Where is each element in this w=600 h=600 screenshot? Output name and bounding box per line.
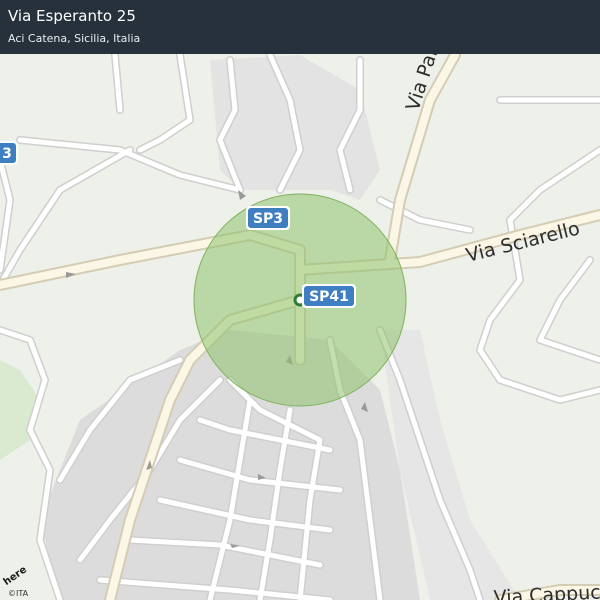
- address-subtitle: Aci Catena, Sicilia, Italia: [8, 32, 141, 45]
- map-attribution: ©ITA: [8, 589, 29, 598]
- shield-sp3-label: SP3: [253, 211, 283, 227]
- shield-sp3: SP3: [246, 206, 290, 230]
- address-title: Via Esperanto 25: [8, 7, 136, 25]
- shield-sp41-label: SP41: [309, 289, 349, 305]
- map-canvas[interactable]: SP3 SP41 3 Via Partinico Via Sciarello V…: [0, 0, 600, 600]
- shield-3-label: 3: [2, 146, 12, 162]
- location-header: Via Esperanto 25 Aci Catena, Sicilia, It…: [0, 0, 600, 54]
- shield-sp41: SP41: [302, 284, 356, 308]
- shield-3: 3: [0, 141, 18, 165]
